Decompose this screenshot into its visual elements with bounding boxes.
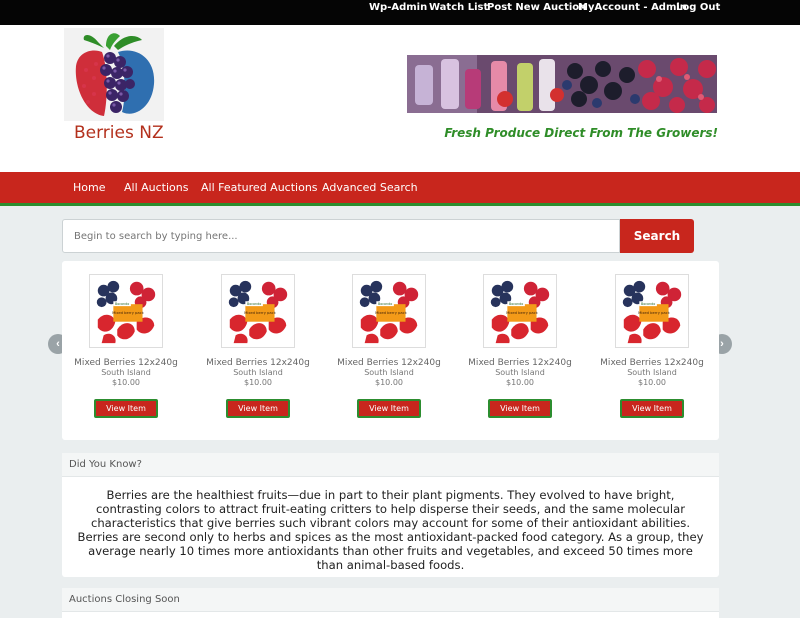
tagline: Fresh Produce Direct From The Growers! bbox=[444, 126, 718, 140]
main-nav: Home All Auctions All Featured Auctions … bbox=[0, 172, 800, 206]
view-item-button[interactable]: View Item bbox=[357, 399, 421, 418]
product-card: Bocondo Mixed berry pack Mixed Berries 1… bbox=[460, 274, 580, 418]
product-pack-label: Mixed berry pack bbox=[638, 311, 671, 315]
product-brand: Bocondo bbox=[378, 302, 392, 306]
product-card: Bocondo Mixed berry pack Mixed Berries 1… bbox=[329, 274, 449, 418]
product-name[interactable]: Mixed Berries 12x240g bbox=[460, 358, 580, 368]
product-brand: Bocondo bbox=[247, 302, 261, 306]
product-name[interactable]: Mixed Berries 12x240g bbox=[198, 358, 318, 368]
product-card: Bocondo Mixed berry pack Mixed Berries 1… bbox=[66, 274, 186, 418]
berry-logo-icon[interactable] bbox=[64, 28, 164, 121]
closing-soon-panel: Auctions Closing Soon bbox=[62, 588, 719, 618]
product-price: $10.00 bbox=[638, 378, 666, 387]
view-item-button[interactable]: View Item bbox=[620, 399, 684, 418]
site-name[interactable]: Berries NZ bbox=[74, 123, 164, 143]
panel-title: Did You Know? bbox=[62, 453, 719, 477]
watch-list-link[interactable]: Watch List bbox=[429, 0, 488, 25]
product-thumbnail[interactable]: Bocondo Mixed berry pack bbox=[483, 274, 557, 348]
view-item-button[interactable]: View Item bbox=[226, 399, 290, 418]
search-button[interactable]: Search bbox=[620, 219, 694, 253]
berry-banner-image bbox=[407, 55, 717, 113]
search-input[interactable] bbox=[62, 219, 620, 253]
did-you-know-panel: Did You Know? Berries are the healthiest… bbox=[62, 453, 719, 577]
product-thumbnail[interactable]: Bocondo Mixed berry pack bbox=[352, 274, 426, 348]
panel-title: Auctions Closing Soon bbox=[62, 588, 719, 612]
product-location: South Island bbox=[627, 368, 677, 377]
product-location: South Island bbox=[233, 368, 283, 377]
product-name[interactable]: Mixed Berries 12x240g bbox=[592, 358, 712, 368]
nav-advanced-search[interactable]: Advanced Search bbox=[322, 181, 418, 194]
did-you-know-text: Berries are the healthiest fruits—due in… bbox=[77, 488, 704, 572]
product-price: $10.00 bbox=[112, 378, 140, 387]
product-brand: Bocondo bbox=[641, 302, 655, 306]
product-location: South Island bbox=[101, 368, 151, 377]
product-pack-label: Mixed berry pack bbox=[112, 311, 145, 315]
log-out-link[interactable]: Log Out bbox=[676, 0, 720, 25]
featured-carousel: Bocondo Mixed berry pack Mixed Berries 1… bbox=[62, 261, 719, 440]
post-new-auction-link[interactable]: Post New Auction bbox=[487, 0, 586, 25]
product-card: Bocondo Mixed berry pack Mixed Berries 1… bbox=[198, 274, 318, 418]
product-thumbnail[interactable]: Bocondo Mixed berry pack bbox=[221, 274, 295, 348]
view-item-button[interactable]: View Item bbox=[94, 399, 158, 418]
admin-bar: Wp-Admin Watch List Post New Auction MyA… bbox=[0, 0, 800, 25]
product-pack-label: Mixed berry pack bbox=[244, 311, 277, 315]
product-pack-label: Mixed berry pack bbox=[506, 311, 539, 315]
product-card: Bocondo Mixed berry pack Mixed Berries 1… bbox=[592, 274, 712, 418]
product-brand: Bocondo bbox=[509, 302, 523, 306]
product-thumbnail[interactable]: Bocondo Mixed berry pack bbox=[615, 274, 689, 348]
view-item-button[interactable]: View Item bbox=[488, 399, 552, 418]
nav-all-auctions[interactable]: All Auctions bbox=[124, 181, 188, 194]
product-thumbnail[interactable]: Bocondo Mixed berry pack bbox=[89, 274, 163, 348]
nav-home[interactable]: Home bbox=[73, 181, 105, 194]
site-header: Berries NZ Fresh Produce Direct From The… bbox=[0, 25, 800, 172]
product-pack-label: Mixed berry pack bbox=[375, 311, 408, 315]
my-account-link[interactable]: MyAccount - Admin bbox=[578, 0, 687, 25]
product-name[interactable]: Mixed Berries 12x240g bbox=[329, 358, 449, 368]
product-price: $10.00 bbox=[244, 378, 272, 387]
product-brand: Bocondo bbox=[115, 302, 129, 306]
product-name[interactable]: Mixed Berries 12x240g bbox=[66, 358, 186, 368]
nav-all-featured-auctions[interactable]: All Featured Auctions bbox=[201, 181, 318, 194]
product-price: $10.00 bbox=[375, 378, 403, 387]
product-location: South Island bbox=[495, 368, 545, 377]
wp-admin-link[interactable]: Wp-Admin bbox=[369, 0, 427, 25]
product-location: South Island bbox=[364, 368, 414, 377]
product-price: $10.00 bbox=[506, 378, 534, 387]
